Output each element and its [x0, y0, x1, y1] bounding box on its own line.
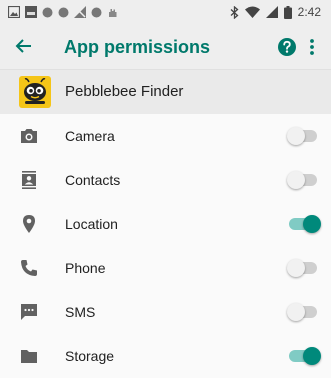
toggle-thumb — [303, 347, 321, 365]
permission-row-phone[interactable]: Phone — [0, 246, 331, 290]
camera-toggle[interactable] — [287, 127, 321, 145]
permission-label: Phone — [65, 260, 106, 276]
permission-label: Camera — [65, 128, 115, 144]
circle-icon — [42, 7, 53, 17]
notification-icons — [8, 6, 118, 18]
sms-icon — [21, 304, 37, 320]
battery-icon — [283, 5, 292, 19]
hand-icon — [109, 8, 117, 17]
permission-list: Camera Contacts Location Phone SMS Stora… — [0, 114, 331, 378]
signal-slash-icon — [74, 6, 86, 18]
toggle-thumb — [287, 127, 305, 145]
toggle-thumb — [303, 215, 321, 233]
permission-label: Storage — [65, 348, 115, 364]
page-title: App permissions — [64, 37, 211, 57]
dark-square-icon — [25, 6, 37, 18]
contacts-icon — [22, 171, 36, 189]
toggle-thumb — [287, 259, 305, 277]
permission-row-camera[interactable]: Camera — [0, 114, 331, 158]
status-bar: 2:42 — [0, 0, 331, 24]
phone-toggle[interactable] — [287, 259, 321, 277]
permission-row-location[interactable]: Location — [0, 202, 331, 246]
more-vert-icon[interactable] — [309, 37, 315, 57]
toggle-thumb — [287, 171, 305, 189]
wifi-icon — [244, 6, 260, 18]
camera-icon — [21, 129, 37, 143]
app-header: Pebblebee Finder — [0, 70, 331, 114]
folder-icon — [21, 350, 37, 363]
help-icon[interactable] — [277, 37, 297, 57]
location-pin-icon — [23, 215, 35, 233]
circle-icon — [58, 7, 69, 17]
system-icons: 2:42 — [230, 5, 321, 19]
permission-row-contacts[interactable]: Contacts — [0, 158, 331, 202]
bee-icon — [19, 76, 51, 108]
gallery-icon — [8, 6, 20, 18]
location-toggle[interactable] — [289, 215, 321, 233]
app-name: Pebblebee Finder — [65, 83, 184, 100]
permission-row-sms[interactable]: SMS — [0, 290, 331, 334]
arrow-back-icon[interactable] — [14, 36, 34, 56]
app-bar: App permissions — [0, 24, 331, 70]
bluetooth-icon — [230, 5, 239, 19]
sms-toggle[interactable] — [287, 303, 321, 321]
permission-row-storage[interactable]: Storage — [0, 334, 331, 378]
status-time: 2:42 — [297, 5, 321, 19]
toggle-thumb — [287, 303, 305, 321]
phone-icon — [21, 260, 37, 276]
circle-icon — [91, 7, 102, 17]
cell-signal-icon — [265, 6, 278, 18]
permission-label: SMS — [65, 304, 96, 320]
permission-label: Contacts — [65, 172, 121, 188]
contacts-toggle[interactable] — [287, 171, 321, 189]
permission-label: Location — [65, 216, 118, 232]
storage-toggle[interactable] — [289, 347, 321, 365]
